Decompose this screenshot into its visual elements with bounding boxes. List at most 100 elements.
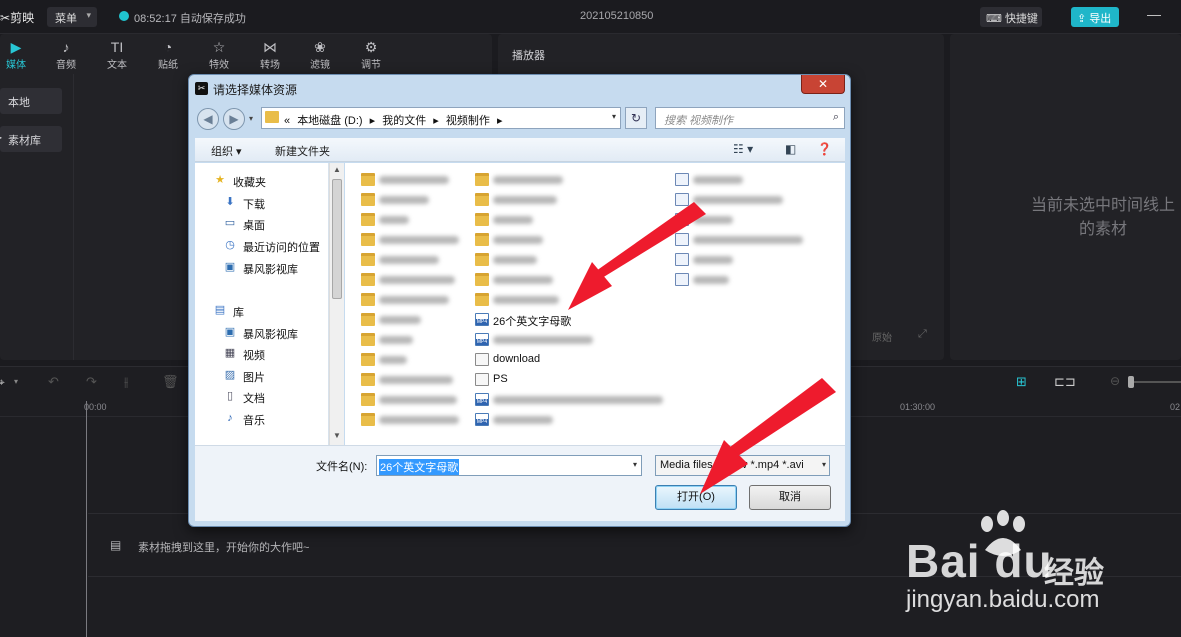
breadcrumb-overflow[interactable]: «: [284, 115, 290, 127]
export-button[interactable]: ⇪ 导出: [1071, 7, 1119, 27]
nav-scrollbar[interactable]: ▲ ▼: [329, 163, 344, 445]
chevron-down-icon[interactable]: ▾: [633, 460, 637, 469]
nav-video-library[interactable]: ▣ 暴风影视库: [195, 258, 329, 278]
tool-text[interactable]: TI 文本: [97, 38, 137, 71]
tick-label: 02: [1170, 402, 1181, 412]
search-icon: ⌕: [832, 111, 839, 123]
scroll-up-icon[interactable]: ▲: [333, 165, 341, 174]
organize-button[interactable]: 组织 ▾: [211, 143, 242, 159]
tool-adjust[interactable]: ⚙ 调节: [351, 38, 391, 71]
breadcrumb-drive[interactable]: 本地磁盘 (D:): [297, 115, 362, 127]
open-button[interactable]: 打开(O): [655, 485, 737, 510]
nav-music[interactable]: ♪ 音乐: [195, 409, 329, 429]
document-icon: [675, 253, 689, 266]
folder-icon: [475, 293, 489, 306]
audio-icon: ♪: [62, 39, 70, 55]
breadcrumb-video-folder[interactable]: 视频制作: [446, 115, 490, 127]
caret-right-icon: ▸: [0, 133, 3, 142]
history-dropdown-icon[interactable]: ▾: [249, 114, 253, 123]
main-track-magnet-icon[interactable]: ⊞: [1016, 374, 1027, 390]
scrollbar-thumb[interactable]: [332, 179, 342, 299]
zoom-out-icon[interactable]: ⊖: [1110, 374, 1120, 388]
adjust-icon: ⚙: [364, 39, 378, 55]
blurred-name: [493, 236, 543, 244]
address-bar[interactable]: « 本地磁盘 (D:) ▸ 我的文件 ▸ 视频制作 ▸ ▾: [261, 107, 621, 129]
nav-libraries[interactable]: ▤ 库: [195, 301, 329, 321]
blurred-name: [379, 176, 449, 184]
film-icon: ▤: [110, 538, 122, 552]
blurred-name: [379, 216, 409, 224]
nav-videos[interactable]: ▦ 视频: [195, 344, 329, 364]
blurred-name: [379, 376, 453, 384]
file-list: 26个英文字母歌 download PS: [345, 163, 845, 445]
nav-local[interactable]: 本地: [0, 88, 62, 114]
nav-recent[interactable]: ◷ 最近访问的位置: [195, 236, 329, 256]
back-button[interactable]: ◀: [197, 108, 219, 130]
tool-sticker[interactable]: ◔ 贴纸: [148, 38, 188, 71]
breadcrumb-separator[interactable]: ▸: [370, 115, 376, 127]
delete-icon[interactable]: 🗑: [162, 374, 179, 390]
music-icon: ♪: [227, 412, 233, 424]
project-title: 202105210850: [580, 10, 654, 22]
folder-icon: [361, 313, 375, 326]
help-icon[interactable]: ❓: [817, 142, 832, 156]
tool-filter[interactable]: ❀ 滤镜: [300, 38, 340, 71]
linkage-icon[interactable]: ⊏⊐: [1054, 374, 1076, 390]
shortcut-button[interactable]: ⌨ 快捷键: [980, 7, 1042, 27]
shortcut-icon: [475, 353, 489, 366]
split-icon[interactable]: ⫲: [124, 374, 128, 390]
minimize-button[interactable]: —: [1147, 6, 1167, 26]
filename-input[interactable]: 26个英文字母歌 ▾: [376, 455, 642, 476]
tool-effects[interactable]: ☆ 特效: [199, 38, 239, 71]
nav-video-library-2[interactable]: ▣ 暴风影视库: [195, 323, 329, 343]
forward-button[interactable]: ▶: [223, 108, 245, 130]
blurred-name: [493, 196, 557, 204]
nav-downloads[interactable]: ⬇ 下载: [195, 193, 329, 213]
nav-documents[interactable]: ▯ 文档: [195, 387, 329, 407]
folder-icon: [475, 273, 489, 286]
properties-panel: 当前未选中时间线上的素材: [950, 34, 1181, 360]
watermark-url: jingyan.baidu.com: [906, 586, 1100, 613]
preview-pane-icon[interactable]: ◧: [785, 142, 796, 156]
new-folder-button[interactable]: 新建文件夹: [275, 143, 330, 159]
watermark-brand: Bai du: [906, 535, 1053, 587]
filetype-select[interactable]: Media files (*.mov *.mp4 *.avi ▾: [655, 455, 830, 476]
favorites-icon: ★: [215, 174, 225, 186]
breadcrumb-separator[interactable]: ▸: [497, 115, 503, 127]
refresh-button[interactable]: ↻: [625, 107, 647, 129]
video-library-icon: ▣: [224, 326, 236, 338]
redo-icon[interactable]: ↷: [86, 374, 97, 390]
menu-button[interactable]: 菜单 ▾: [47, 7, 97, 27]
blurred-name: [379, 396, 457, 404]
breadcrumb-separator[interactable]: ▸: [433, 115, 439, 127]
scroll-down-icon[interactable]: ▼: [333, 431, 341, 440]
nav-material-library[interactable]: ▸ 素材库: [0, 126, 62, 152]
close-button[interactable]: ✕: [801, 75, 845, 94]
nav-favorites[interactable]: ★ 收藏夹: [195, 171, 329, 191]
nav-desktop[interactable]: ▭ 桌面: [195, 214, 329, 234]
fullscreen-icon[interactable]: ⤢: [918, 328, 927, 341]
nav-pictures[interactable]: ▨ 图片: [195, 366, 329, 386]
chevron-down-icon[interactable]: ▾: [14, 377, 18, 386]
view-options-icon[interactable]: ☷ ▾: [733, 142, 753, 156]
undo-icon[interactable]: ↶: [48, 374, 59, 390]
tool-transition[interactable]: ⋈ 转场: [250, 38, 290, 71]
breadcrumb-my-files[interactable]: 我的文件: [382, 115, 426, 127]
video-file-icon: [475, 313, 489, 326]
chevron-down-icon[interactable]: ▾: [612, 112, 616, 121]
chevron-down-icon[interactable]: ▾: [821, 460, 826, 469]
select-tool-icon[interactable]: ⌖: [0, 375, 5, 390]
folder-icon: [361, 253, 375, 266]
chevron-down-icon: ▾: [86, 10, 91, 20]
documents-icon: ▯: [226, 390, 234, 402]
playhead[interactable]: [86, 401, 87, 637]
search-input[interactable]: 搜索 视频制作 ⌕: [655, 107, 845, 129]
zoom-slider-handle[interactable]: [1128, 376, 1134, 388]
zoom-slider[interactable]: [1128, 376, 1181, 388]
folder-icon: [475, 233, 489, 246]
cancel-button[interactable]: 取消: [749, 485, 831, 510]
ratio-button[interactable]: 原始: [872, 329, 892, 344]
tool-media[interactable]: ▶ 媒体: [0, 38, 36, 71]
blurred-name: [379, 276, 455, 284]
tool-audio[interactable]: ♪ 音频: [46, 38, 86, 71]
